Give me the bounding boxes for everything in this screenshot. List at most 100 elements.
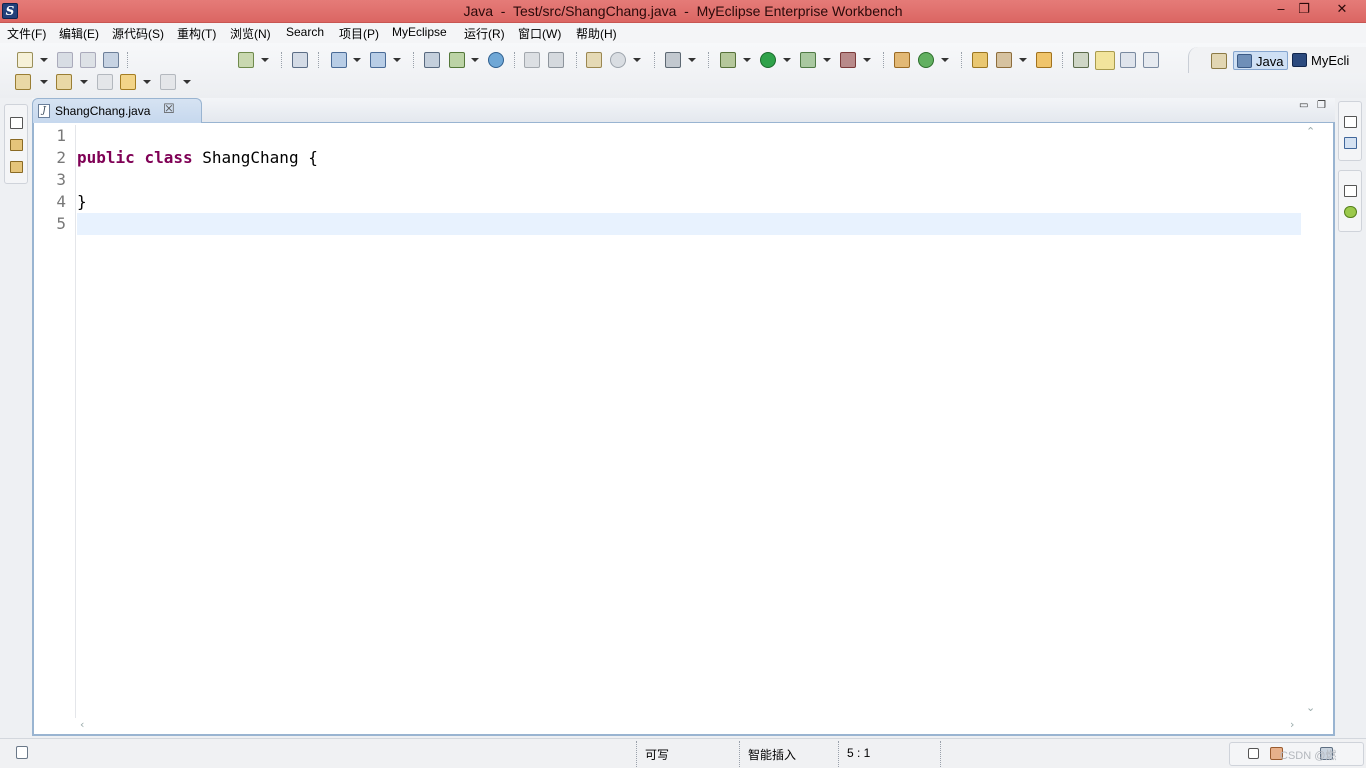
debug-icon[interactable] [720, 52, 736, 68]
new-project-icon[interactable] [586, 52, 602, 68]
external-tools-dropdown-icon[interactable] [863, 58, 871, 62]
restore-button[interactable]: ❐ [1293, 2, 1315, 20]
server-dropdown-icon[interactable] [261, 58, 269, 62]
print-icon[interactable] [103, 52, 119, 68]
horizontal-scrollbar[interactable]: ‹ › [46, 718, 1302, 734]
last-edit-location-icon[interactable] [97, 74, 113, 90]
task-dropdown-icon[interactable] [1019, 58, 1027, 62]
new-java-class-icon[interactable] [918, 52, 934, 68]
scroll-down-icon[interactable]: ⌄ [1306, 701, 1315, 714]
watermark: CSDN @燃 [1280, 750, 1337, 762]
menu-run[interactable]: 运行(R) [464, 25, 505, 42]
restore-view-icon[interactable] [1344, 116, 1357, 128]
editor-tab-shangchang[interactable]: J ShangChang.java ☒ [32, 98, 202, 123]
vertical-scrollbar[interactable]: ⌃ ⌄ [1302, 125, 1319, 718]
perspective-java[interactable]: Java [1233, 51, 1289, 70]
next-annotation-icon[interactable] [15, 74, 31, 90]
block-selection-icon[interactable] [1120, 52, 1136, 68]
java-file-icon: J [38, 104, 50, 118]
web-browser-icon[interactable] [488, 52, 504, 68]
perspective-myeclipse[interactable]: MyEcli [1289, 51, 1353, 70]
run-server-icon[interactable] [449, 52, 465, 68]
menu-file[interactable]: 文件(F) [7, 25, 46, 42]
menu-refactor[interactable]: 重构(T) [177, 25, 216, 42]
external-tools-icon[interactable] [840, 52, 856, 68]
back-dropdown-icon[interactable] [143, 80, 151, 84]
debug-jsp-icon[interactable] [524, 52, 540, 68]
camera-icon[interactable] [665, 52, 681, 68]
menu-source[interactable]: 源代码(S) [112, 25, 164, 42]
new-wizard-icon[interactable] [17, 52, 33, 68]
right-trim-stack-top [1338, 101, 1362, 161]
save-all-icon[interactable] [80, 52, 96, 68]
menu-help[interactable]: 帮助(H) [576, 25, 617, 42]
minimize-editor-icon[interactable]: ▭ [1299, 100, 1308, 111]
spring-explorer-icon[interactable] [1344, 206, 1357, 218]
menu-window[interactable]: 窗口(W) [518, 25, 561, 42]
open-task-icon[interactable] [996, 52, 1012, 68]
restore-view-icon[interactable] [10, 117, 23, 129]
menu-navigate[interactable]: 浏览(N) [230, 25, 271, 42]
open-type-icon[interactable] [972, 52, 988, 68]
back-icon[interactable] [120, 74, 136, 90]
database-icon[interactable] [610, 52, 626, 68]
menu-project[interactable]: 项目(P) [339, 25, 379, 42]
deploy-dropdown-icon[interactable] [353, 58, 361, 62]
open-console-icon[interactable] [292, 52, 308, 68]
code-editor[interactable]: public class ShangChang { } [77, 125, 1301, 718]
maximize-editor-icon[interactable]: ❐ [1317, 100, 1326, 111]
package-explorer-icon[interactable] [10, 139, 23, 151]
code-line[interactable]: public class ShangChang { [77, 147, 1301, 169]
restore-view-icon[interactable] [1344, 185, 1357, 197]
run-server-dropdown-icon[interactable] [471, 58, 479, 62]
open-perspective-icon[interactable] [1211, 53, 1227, 69]
database-dropdown-icon[interactable] [633, 58, 641, 62]
new-dropdown-icon[interactable] [40, 58, 48, 62]
run-dropdown-icon[interactable] [783, 58, 791, 62]
myeclipse-perspective-icon [1292, 53, 1307, 67]
menu-myeclipse[interactable]: MyEclipse [392, 25, 447, 39]
menu-search[interactable]: Search [286, 25, 324, 39]
new-java-package-icon[interactable] [894, 52, 910, 68]
new-server-icon[interactable] [238, 52, 254, 68]
window-title-bar[interactable]: S Java - Test/src/ShangChang.java - MyEc… [0, 0, 1366, 23]
search-dropdown-icon[interactable] [393, 58, 401, 62]
manage-deployments-icon[interactable] [424, 52, 440, 68]
keyword: class [144, 148, 193, 167]
save-icon[interactable] [57, 52, 73, 68]
coverage-icon[interactable] [800, 52, 816, 68]
forward-icon[interactable] [160, 74, 176, 90]
code-line[interactable] [77, 125, 1301, 147]
next-annotation-dropdown-icon[interactable] [40, 80, 48, 84]
outline-icon[interactable] [1344, 137, 1357, 149]
fast-view-icon[interactable] [16, 746, 28, 759]
scroll-left-icon[interactable]: ‹ [80, 718, 84, 731]
coverage-dropdown-icon[interactable] [823, 58, 831, 62]
previous-annotation-dropdown-icon[interactable] [80, 80, 88, 84]
highlight-icon[interactable] [1095, 51, 1115, 70]
close-button[interactable]: ✕ [1327, 2, 1357, 20]
toggle-mark-occurrences-icon[interactable] [1073, 52, 1089, 68]
hierarchy-icon[interactable] [10, 161, 23, 173]
code-line[interactable]: } [77, 191, 1301, 213]
minimize-button[interactable]: ‒ [1270, 2, 1292, 20]
search-icon[interactable] [370, 52, 386, 68]
run-icon[interactable] [760, 52, 776, 68]
show-whitespace-icon[interactable] [1143, 52, 1159, 68]
line-number: 5 [56, 214, 66, 233]
code-line[interactable] [77, 169, 1301, 191]
restore-view-icon[interactable] [1248, 748, 1259, 759]
new-class-dropdown-icon[interactable] [941, 58, 949, 62]
scroll-right-icon[interactable]: › [1290, 718, 1294, 731]
previous-annotation-icon[interactable] [56, 74, 72, 90]
open-folder-icon[interactable] [1036, 52, 1052, 68]
menu-edit[interactable]: 编辑(E) [59, 25, 99, 42]
tab-close-icon[interactable]: ☒ [163, 102, 175, 117]
forward-dropdown-icon[interactable] [183, 80, 191, 84]
deploy-icon[interactable] [331, 52, 347, 68]
scroll-up-icon[interactable]: ⌃ [1306, 125, 1315, 138]
debug-dropdown-icon[interactable] [743, 58, 751, 62]
code-line-current[interactable] [77, 213, 1301, 235]
camera-dropdown-icon[interactable] [688, 58, 696, 62]
open-web-icon[interactable] [548, 52, 564, 68]
